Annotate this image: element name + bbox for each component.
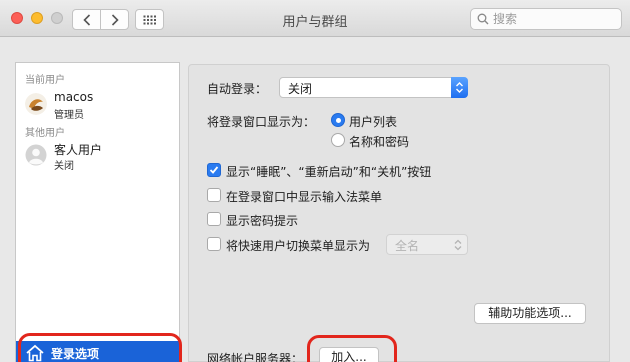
guest-avatar-icon [25,144,47,166]
avatar [25,93,47,115]
radio-user-list-label: 用户列表 [349,115,398,129]
sidebar-item-label: 登录选项 [51,347,100,361]
search-input[interactable] [493,11,617,27]
zoom-window-button[interactable] [51,12,63,24]
close-window-button[interactable] [11,12,23,24]
users-sidebar: 当前用户 macos 管理员 其他用户 客人用户 关闭 登录选项 [15,62,180,362]
checkbox-input-menu[interactable] [207,188,221,202]
forward-button[interactable] [100,9,129,30]
checkbox-fast-user-switching[interactable] [207,237,221,251]
user-item-guest[interactable]: 客人用户 关闭 [16,140,179,176]
checkbox-password-hints-label: 显示密码提示 [226,214,299,228]
sidebar-item-login-options[interactable]: 登录选项 [16,341,179,362]
fast-switch-display-value: 全名 [395,239,420,253]
auto-login-value: 关闭 [288,82,313,96]
user-name: 客人用户 [54,143,103,157]
current-users-header: 当前用户 [25,75,65,86]
show-all-button[interactable] [135,9,164,30]
user-item-macos[interactable]: macos 管理员 [16,89,179,125]
network-account-server-label: 网络帐户服务器： [207,352,304,362]
radio-name-and-password-label: 名称和密码 [349,135,410,149]
login-options-panel: 自动登录： 关闭 将登录窗口显示为： 用户列表 名称和密码 显示“睡眠”、“重新… [188,64,610,362]
chevron-updown-icon [456,82,463,93]
grid-icon [143,15,156,24]
chevron-updown-icon [454,239,462,251]
accessibility-options-button[interactable]: 辅助功能选项... [474,303,586,324]
select-stepper [451,77,468,98]
minimize-window-button[interactable] [31,12,43,24]
checkmark-icon [209,166,219,174]
other-users-header: 其他用户 [25,128,65,139]
search-icon [477,13,489,25]
radio-name-and-password[interactable] [331,133,345,147]
chevron-left-icon [82,13,90,26]
user-role: 管理员 [54,110,84,121]
checkbox-show-power-buttons[interactable] [207,163,221,177]
user-status: 关闭 [54,161,74,172]
checkbox-fast-user-switching-label: 将快速用户切换菜单显示为 [226,239,371,253]
join-server-button[interactable]: 加入... [319,347,379,362]
search-field[interactable] [470,8,622,30]
title-bar: 用户与群组 [0,0,630,37]
back-button[interactable] [72,9,101,30]
login-window-display-label: 将登录窗口显示为： [207,115,316,129]
radio-user-list[interactable] [331,113,345,127]
window-title: 用户与群组 [282,15,348,30]
house-icon [26,344,44,362]
checkbox-input-menu-label: 在登录窗口中显示输入法菜单 [226,190,383,204]
checkbox-show-power-buttons-label: 显示“睡眠”、“重新启动”和“关机”按钮 [226,165,432,179]
auto-login-label: 自动登录： [207,82,268,96]
fast-switch-display-select[interactable]: 全名 [386,234,468,255]
user-name: macos [54,90,94,104]
chevron-right-icon [111,13,119,26]
checkbox-password-hints[interactable] [207,212,221,226]
auto-login-select[interactable]: 关闭 [279,77,468,98]
